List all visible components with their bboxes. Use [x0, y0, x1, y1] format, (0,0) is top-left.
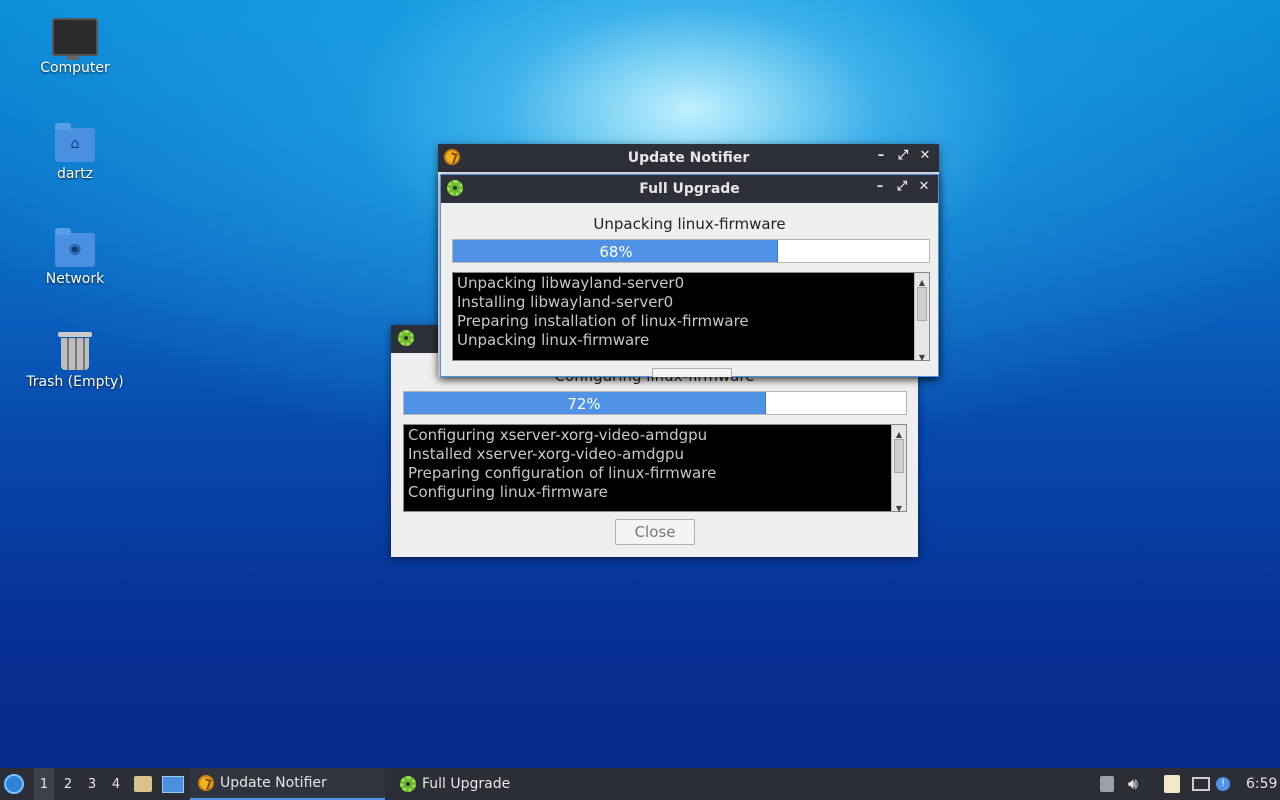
taskbar: 1 2 3 4 Update Notifier Full Upgrade 🔊︎ … — [0, 768, 1280, 800]
log-line: Configuring linux-firmware — [408, 483, 608, 501]
desktop-icon-network[interactable]: ◉ Network — [20, 228, 130, 287]
window-title: Full Upgrade — [639, 181, 740, 197]
desktop-icon-label: dartz — [56, 166, 94, 182]
file-manager-icon — [134, 776, 152, 792]
start-menu-button[interactable] — [4, 768, 28, 800]
window-titlebar[interactable]: Full Upgrade – ⤢ ✕ — [441, 175, 938, 203]
progress-label: 72% — [567, 395, 601, 413]
clipboard-icon — [1164, 775, 1180, 793]
log-scrollbar[interactable]: ▲ ▼ — [891, 425, 906, 513]
workspace-3[interactable]: 3 — [82, 768, 102, 800]
close-button-partial[interactable] — [652, 368, 732, 377]
upgrade-log[interactable]: Configuring xserver-xorg-video-amdgpu In… — [403, 424, 907, 513]
upgrade-progress-bar: 72% — [403, 391, 907, 415]
workspace-2[interactable]: 2 — [58, 768, 78, 800]
computer-icon — [52, 18, 98, 60]
tray-volume[interactable]: 🔊︎ — [1128, 768, 1138, 800]
minimize-icon[interactable]: – — [872, 179, 888, 194]
tray-update[interactable]: ! — [1216, 768, 1230, 800]
workspace-4[interactable]: 4 — [106, 768, 126, 800]
eject-icon — [1100, 776, 1114, 792]
workspace-1[interactable]: 1 — [34, 768, 54, 800]
gear-icon — [400, 776, 416, 792]
upgrade-status-text: Unpacking linux-firmware — [593, 215, 786, 233]
clock[interactable]: 6:59 — [1246, 768, 1277, 800]
log-line: Configuring xserver-xorg-video-amdgpu — [408, 426, 708, 444]
task-full-upgrade[interactable]: Full Upgrade — [392, 768, 591, 800]
desktop-icon-label: Network — [45, 271, 105, 287]
file-manager-launcher[interactable] — [134, 768, 152, 800]
network-folder-icon: ◉ — [55, 228, 95, 267]
desktop-icon-home[interactable]: ⌂ dartz — [20, 123, 130, 182]
window-titlebar[interactable]: Update Notifier – ⤢ ✕ — [438, 144, 939, 172]
minimize-icon[interactable]: – — [873, 148, 889, 163]
close-icon[interactable]: ✕ — [916, 179, 932, 194]
tray-eject[interactable] — [1100, 768, 1114, 800]
log-line: Unpacking linux-firmware — [457, 331, 650, 349]
log-line: Installed xserver-xorg-video-amdgpu — [408, 445, 685, 463]
desktop-icon — [162, 775, 184, 793]
desktop-icon-computer[interactable]: Computer — [20, 18, 130, 76]
upgrade-progress-bar: 68% — [452, 239, 930, 263]
scroll-down-icon[interactable]: ▼ — [915, 348, 929, 362]
log-line: Preparing installation of linux-firmware — [457, 312, 749, 330]
log-scrollbar[interactable]: ▲ ▼ — [914, 273, 929, 362]
tray-clipboard[interactable] — [1164, 768, 1180, 800]
task-label: Update Notifier — [220, 775, 327, 791]
desktop-icon-trash[interactable]: Trash (Empty) — [20, 332, 130, 390]
log-line: Preparing configuration of linux-firmwar… — [408, 464, 717, 482]
progress-label: 68% — [599, 243, 633, 261]
task-update-notifier[interactable]: Update Notifier — [190, 768, 385, 800]
desktop-icon-label: Trash (Empty) — [26, 374, 124, 390]
close-button[interactable]: Close — [615, 519, 695, 545]
maximize-icon[interactable]: ⤢ — [894, 179, 910, 194]
scroll-thumb[interactable] — [894, 439, 904, 473]
network-icon — [1192, 777, 1210, 791]
close-icon[interactable]: ✕ — [917, 148, 933, 163]
start-menu-icon — [4, 774, 24, 794]
update-notifier-icon — [198, 775, 214, 791]
log-line: Installing libwayland-server0 — [457, 293, 674, 311]
trash-icon — [58, 332, 92, 370]
window-title: Update Notifier — [627, 150, 750, 166]
volume-icon: 🔊︎ — [1128, 774, 1139, 793]
gear-icon — [398, 330, 416, 348]
scroll-up-icon[interactable]: ▲ — [892, 425, 906, 439]
full-upgrade-window-front: Full Upgrade – ⤢ ✕ Unpacking linux-firmw… — [440, 174, 939, 377]
scroll-down-icon[interactable]: ▼ — [892, 499, 906, 513]
home-folder-icon: ⌂ — [55, 123, 95, 162]
scroll-thumb[interactable] — [917, 287, 927, 321]
maximize-icon[interactable]: ⤢ — [895, 148, 911, 163]
tray-network[interactable] — [1192, 768, 1210, 800]
scroll-up-icon[interactable]: ▲ — [915, 273, 929, 287]
info-icon: ! — [1216, 777, 1230, 791]
task-label: Full Upgrade — [422, 776, 511, 792]
desktop-icon-label: Computer — [40, 60, 110, 76]
show-desktop-launcher[interactable] — [162, 768, 184, 800]
upgrade-log[interactable]: Unpacking libwayland-server0 Installing … — [452, 272, 930, 362]
log-line: Unpacking libwayland-server0 — [457, 274, 685, 292]
